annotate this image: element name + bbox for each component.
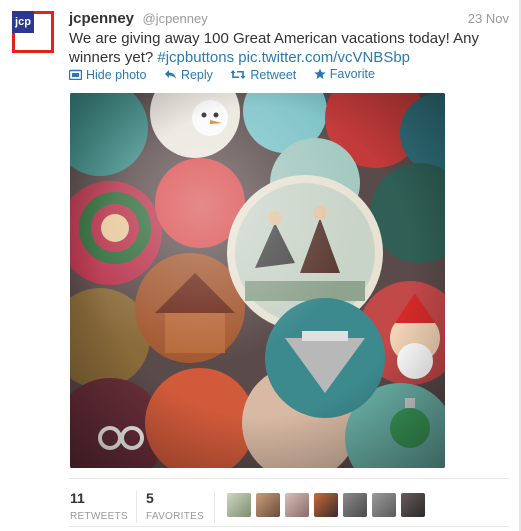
user-avatar[interactable] bbox=[372, 493, 396, 517]
hide-photo-label: Hide photo bbox=[86, 67, 147, 82]
favorites-stat[interactable]: 5 FAVORITES bbox=[146, 490, 204, 522]
user-avatar[interactable] bbox=[314, 493, 338, 517]
hide-photo-button[interactable]: Hide photo bbox=[69, 68, 146, 82]
tweet-card: jcp jcpenney @jcpenney 23 Nov We are giv… bbox=[0, 0, 521, 531]
author-handle[interactable]: @jcpenney bbox=[142, 11, 207, 26]
favoriters-avatars bbox=[227, 493, 425, 517]
user-avatar[interactable] bbox=[227, 493, 251, 517]
retweet-button[interactable]: Retweet bbox=[230, 68, 296, 82]
user-avatar[interactable] bbox=[256, 493, 280, 517]
reply-icon bbox=[164, 70, 176, 79]
retweet-label: Retweet bbox=[250, 67, 297, 82]
retweet-icon bbox=[230, 70, 246, 79]
favorites-label: FAVORITES bbox=[146, 511, 205, 522]
buttons-photo-image bbox=[70, 93, 445, 468]
tweet-text: We are giving away 100 Great American va… bbox=[69, 29, 514, 67]
retweets-label: RETWEETS bbox=[70, 511, 128, 522]
user-avatar[interactable] bbox=[401, 493, 425, 517]
retweets-count: 11 bbox=[70, 490, 85, 506]
stats-bottom-divider bbox=[69, 526, 509, 527]
user-avatar[interactable] bbox=[343, 493, 367, 517]
retweets-stat[interactable]: 11 RETWEETS bbox=[70, 490, 128, 522]
stat-separator bbox=[214, 491, 215, 523]
photo-link[interactable]: pic.twitter.com/vcVNBSbp bbox=[238, 49, 410, 66]
stat-separator bbox=[136, 491, 137, 523]
photo-icon bbox=[69, 69, 82, 80]
logo-text: jcp bbox=[12, 11, 34, 33]
user-avatar[interactable] bbox=[285, 493, 309, 517]
hashtag-link[interactable]: #jcpbuttons bbox=[157, 49, 234, 66]
tweet-timestamp[interactable]: 23 Nov bbox=[468, 11, 509, 26]
favorite-label: Favorite bbox=[329, 67, 375, 81]
reply-button[interactable]: Reply bbox=[164, 68, 213, 82]
stats-top-divider bbox=[69, 478, 509, 479]
star-icon bbox=[314, 68, 326, 79]
favorite-button[interactable]: Favorite bbox=[314, 67, 375, 81]
author-name[interactable]: jcpenney bbox=[69, 10, 134, 27]
reply-label: Reply bbox=[180, 67, 213, 82]
tweet-actions: Hide photo Reply Retweet Favorite bbox=[69, 67, 389, 83]
tweet-header: jcpenney @jcpenney 23 Nov bbox=[69, 10, 509, 28]
favorites-count: 5 bbox=[146, 490, 154, 506]
jcpenney-avatar[interactable]: jcp bbox=[12, 11, 54, 53]
tweet-photo[interactable] bbox=[70, 93, 445, 468]
